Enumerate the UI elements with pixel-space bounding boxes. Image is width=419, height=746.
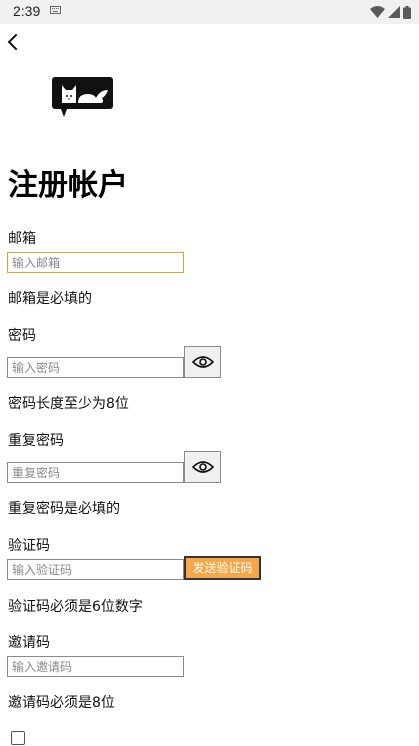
- email-hint: 邮箱是必填的: [8, 291, 92, 307]
- battery-icon: [403, 5, 411, 19]
- keyboard-icon: [50, 6, 61, 14]
- confirm-password-hint: 重复密码是必填的: [8, 501, 120, 517]
- verification-code-label: 验证码: [8, 538, 50, 554]
- invite-code-hint: 邀请码必须是8位: [8, 695, 115, 711]
- status-bar: 2:39: [0, 0, 419, 24]
- status-time: 2:39: [13, 3, 41, 19]
- verification-code-input[interactable]: [7, 559, 184, 580]
- invite-code-input[interactable]: [7, 656, 184, 677]
- agreement-checkbox[interactable]: [11, 731, 25, 745]
- page-title: 注册帐户: [8, 168, 128, 203]
- back-button[interactable]: [2, 30, 24, 54]
- send-code-button[interactable]: 发送验证码: [184, 556, 261, 580]
- confirm-password-label: 重复密码: [8, 433, 64, 449]
- password-input[interactable]: [7, 357, 184, 378]
- invite-code-label: 邀请码: [8, 635, 50, 651]
- chevron-left-icon: [7, 33, 18, 51]
- eye-icon: [191, 461, 214, 473]
- wifi-icon: [370, 6, 385, 18]
- app-logo: [52, 77, 113, 117]
- password-hint: 密码长度至少为8位: [8, 396, 129, 412]
- show-confirm-password-button[interactable]: [184, 451, 221, 483]
- show-password-button[interactable]: [184, 346, 221, 378]
- password-label: 密码: [8, 328, 36, 344]
- email-input[interactable]: [7, 252, 184, 273]
- eye-icon: [191, 356, 214, 368]
- signal-icon: [388, 6, 400, 18]
- email-label: 邮箱: [8, 231, 36, 247]
- verification-code-hint: 验证码必须是6位数字: [8, 599, 143, 615]
- status-icons: [370, 5, 411, 19]
- confirm-password-input[interactable]: [7, 462, 184, 483]
